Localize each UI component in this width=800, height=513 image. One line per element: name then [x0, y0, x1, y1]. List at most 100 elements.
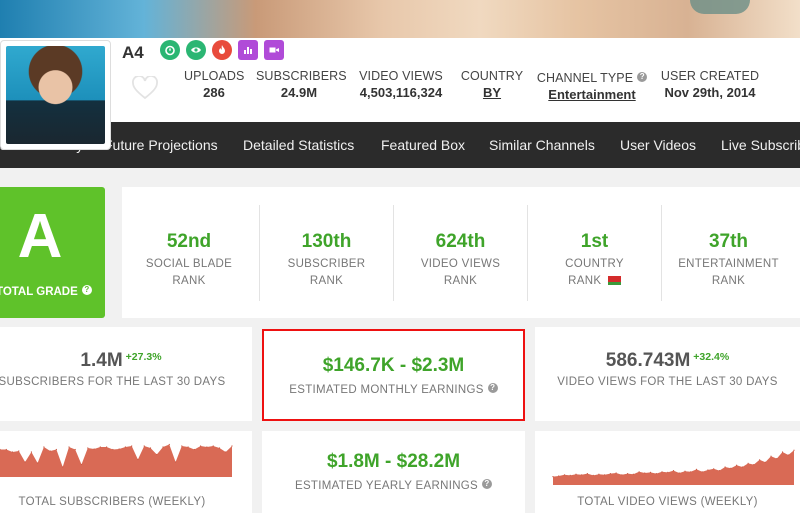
nav-detailed-statistics[interactable]: Detailed Statistics	[243, 137, 354, 153]
card-value: $1.8M - $28.2M	[326, 451, 461, 472]
video-camera-icon[interactable]	[264, 40, 284, 60]
video-views-point	[558, 475, 560, 477]
nav-similar-channels[interactable]: Similar Channels	[489, 137, 595, 153]
rank-value: 624th	[435, 231, 486, 252]
video-views-point	[690, 471, 692, 473]
rank-entertainment: 37th ENTERTAINMENT RANK	[661, 205, 795, 301]
channel-nav: ser Summary Future Projections Detailed …	[0, 122, 800, 168]
stat-value: 24.9M	[280, 85, 318, 100]
rank-video-views: 624th VIDEO VIEWS RANK	[393, 205, 527, 301]
video-views-area	[553, 450, 794, 485]
stat-label: UPLOADS	[184, 69, 245, 83]
subscribers-point	[193, 448, 195, 451]
rank-label-line1: ENTERTAINMENT	[678, 258, 779, 270]
help-icon[interactable]: ?	[81, 285, 92, 295]
subscribers-30-days-card: 1.4M +27.3% SUBSCRIBERS FOR THE LAST 30 D…	[0, 327, 252, 421]
stat-user-created: USER CREATED Nov 29th, 2014	[658, 69, 762, 100]
chart-caption: TOTAL VIDEO VIEWS (WEEKLY)	[577, 496, 758, 508]
channel-header: A4 UPLOADS 286 SUBSCRIBERS 24.9M VIDEO V…	[0, 38, 800, 150]
rank-value: 52nd	[166, 231, 212, 252]
nav-user-videos[interactable]: User Videos	[620, 137, 696, 153]
eye-icon[interactable]	[186, 40, 206, 60]
video-views-weekly-chart-card: TOTAL VIDEO VIEWS (WEEKLY)	[535, 431, 800, 513]
timer-icon[interactable]	[160, 40, 180, 60]
card-label: VIDEO VIEWS FOR THE LAST 30 DAYS	[557, 376, 778, 388]
card-value-row: 1.4M +27.3%	[0, 350, 252, 372]
rank-label-line2: RANK	[172, 275, 206, 287]
video-views-point	[621, 474, 623, 476]
rank-label-line2: RANK	[711, 275, 746, 287]
rank-label-line1: SOCIAL BLADE	[145, 258, 233, 270]
nav-future-projections[interactable]: Future Projections	[104, 137, 218, 153]
video-views-point	[609, 473, 611, 475]
stat-label: USER CREATED	[660, 69, 760, 83]
subscribers-point	[231, 445, 233, 447]
video-views-point	[661, 471, 663, 473]
rank-label-line1: COUNTRY	[565, 258, 624, 270]
video-views-point	[604, 474, 606, 476]
subscribers-weekly-chart-card: TOTAL SUBSCRIBERS (WEEKLY)	[0, 431, 252, 513]
help-icon[interactable]: ?	[487, 383, 498, 393]
avatar[interactable]	[0, 40, 111, 150]
subscribers-point	[106, 446, 108, 448]
video-views-point	[793, 449, 795, 451]
video-views-point	[776, 458, 778, 460]
video-views-point	[759, 459, 761, 461]
subscribers-point	[181, 445, 183, 447]
video-views-point	[615, 472, 617, 474]
video-views-point	[781, 451, 784, 453]
stat-channel-type: CHANNEL TYPE? Entertainment	[532, 71, 652, 102]
video-views-point	[598, 473, 600, 475]
subscribers-point	[43, 446, 45, 448]
rank-country: 1st COUNTRY RANK	[527, 205, 661, 301]
subscribers-point	[187, 446, 189, 448]
rank-label: SOCIAL BLADE RANK	[122, 256, 256, 290]
video-views-point	[592, 474, 594, 476]
help-icon[interactable]: ?	[637, 72, 648, 82]
chart-caption: TOTAL SUBSCRIBERS (WEEKLY)	[18, 496, 206, 508]
subscribers-point	[200, 445, 202, 447]
subscribers-point	[5, 448, 7, 451]
subscribers-point	[24, 461, 26, 463]
subscribers-point	[18, 450, 20, 452]
channel-type-label: CHANNEL TYPE	[536, 71, 634, 85]
video-views-point	[753, 464, 755, 466]
subscribers-point	[93, 448, 95, 450]
card-value: 586.743M	[605, 350, 691, 371]
card-change: +32.4%	[693, 351, 730, 363]
nav-featured-box[interactable]: Featured Box	[381, 137, 465, 153]
video-views-point	[581, 474, 583, 476]
subscribers-point	[212, 445, 214, 447]
subscribers-point	[149, 447, 152, 449]
country-link[interactable]: BY	[460, 85, 524, 100]
channel-badges	[160, 40, 284, 60]
flame-icon[interactable]	[212, 40, 232, 60]
rank-label-line2: RANK	[309, 275, 344, 287]
channel-type-link[interactable]: Entertainment	[532, 87, 652, 102]
video-views-point	[672, 470, 675, 472]
stat-value: 286	[203, 85, 225, 100]
subscribers-point	[156, 453, 158, 456]
video-views-point	[655, 473, 657, 475]
subscribers-point	[49, 450, 51, 452]
video-views-point	[575, 473, 577, 475]
video-views-point	[638, 471, 640, 473]
bar-chart-icon[interactable]	[238, 40, 258, 60]
video-views-point	[632, 473, 634, 475]
subscribers-point	[168, 443, 170, 446]
card-label: ESTIMATED YEARLY EARNINGS	[294, 480, 479, 492]
heart-icon[interactable]	[132, 76, 158, 100]
help-icon[interactable]: ?	[482, 479, 493, 489]
subscribers-point	[11, 451, 14, 453]
belarus-flag-icon	[604, 276, 621, 285]
subscribers-point	[175, 461, 177, 463]
subscribers-point	[206, 446, 208, 448]
card-value: $146.7K - $2.3M	[322, 355, 465, 376]
card-label: SUBSCRIBERS FOR THE LAST 30 DAYS	[0, 376, 226, 388]
stat-label: COUNTRY	[460, 69, 524, 83]
stat-video-views: VIDEO VIEWS 4,503,116,324	[352, 69, 450, 100]
card-value-row: 586.743M +32.4%	[535, 350, 800, 372]
monthly-earnings-card: $146.7K - $2.3M ESTIMATED MONTHLY EARNIN…	[262, 329, 525, 421]
nav-live-subscribers[interactable]: Live Subscrib	[721, 137, 800, 153]
stat-value: 4,503,116,324	[359, 85, 443, 100]
